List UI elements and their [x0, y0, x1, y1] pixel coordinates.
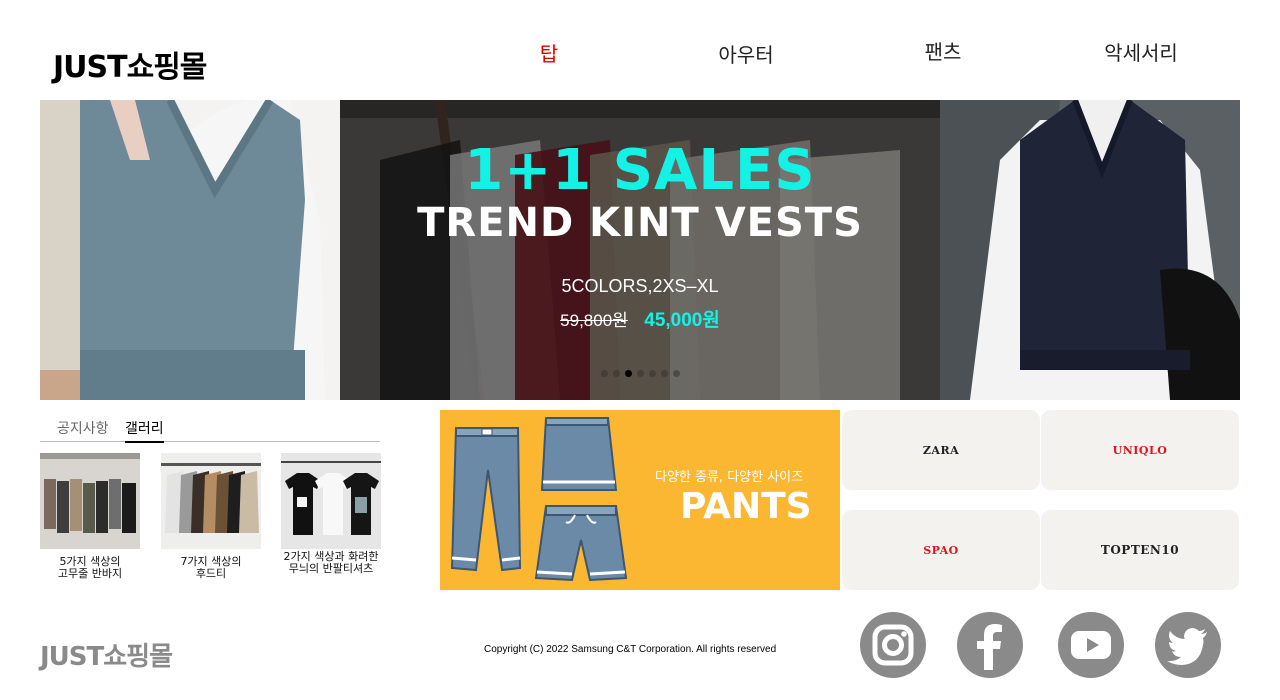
footer-logo[interactable]: JUST쇼핑몰 — [40, 636, 173, 673]
sale-price: 45,000원 — [644, 310, 720, 331]
twitter-icon[interactable] — [1155, 612, 1221, 678]
slide-dot[interactable] — [648, 370, 656, 377]
gallery-item[interactable]: 5가지 색상의 고무줄 반바지 — [40, 453, 140, 580]
main-nav: 탑 아우터 팬츠 악세서리 — [0, 36, 1280, 68]
gallery-item[interactable]: 2가지 색상과 화려한 무늬의 반팔티셔츠 — [281, 453, 381, 575]
gallery-caption: 5가지 색상의 고무줄 반바지 — [57, 555, 123, 580]
facebook-icon[interactable] — [957, 612, 1023, 678]
nav-item-top[interactable]: 탑 — [540, 38, 558, 67]
brand-spao[interactable]: SPAO — [842, 510, 1040, 590]
banner-center: 1+1 SALES TREND KINT VESTS 5COLORS,2XS–X… — [340, 100, 940, 400]
gallery-caption: 7가지 색상의 후드티 — [180, 555, 242, 580]
brand-topten[interactable]: TOPTEN10 — [1041, 510, 1239, 590]
tab-gallery[interactable]: 갤러리 — [125, 418, 164, 443]
shorts-thumbnail[interactable] — [40, 453, 140, 549]
brand-uniqlo[interactable]: UNIQLO — [1041, 410, 1239, 490]
slide-indicators — [340, 370, 940, 377]
slide-dot[interactable] — [660, 370, 668, 377]
pants-banner[interactable]: 다양한 종류, 다양한 사이즈 PANTS — [440, 410, 840, 590]
banner-photo-right — [940, 100, 1240, 400]
nav-item-pants[interactable]: 팬츠 — [925, 36, 962, 65]
banner-photo-left — [40, 100, 340, 400]
board-tabs: 공지사항 갤러리 — [40, 410, 380, 443]
copyright-text: Copyright (C) 2022 Samsung C&T Corporati… — [484, 644, 777, 655]
banner-options: 5COLORS,2XS–XL — [561, 276, 719, 296]
original-price: 59,800원 — [560, 311, 628, 330]
slide-dot[interactable] — [672, 370, 680, 377]
slide-dot-active[interactable] — [624, 370, 632, 377]
slide-dot[interactable] — [612, 370, 620, 377]
tshirt-thumbnail[interactable] — [281, 453, 381, 549]
pants-title: PANTS — [680, 486, 812, 527]
main-banner[interactable]: 1+1 SALES TREND KINT VESTS 5COLORS,2XS–X… — [40, 100, 1240, 400]
youtube-icon[interactable] — [1058, 612, 1124, 678]
gallery-caption: 2가지 색상과 화려한 무늬의 반팔티셔츠 — [283, 550, 379, 575]
banner-prices: 59,800원 45,000원 — [340, 305, 940, 332]
gallery-item[interactable]: 7가지 색상의 후드티 — [161, 453, 261, 580]
nav-item-accessories[interactable]: 악세서리 — [1104, 37, 1178, 66]
pants-subtitle: 다양한 종류, 다양한 사이즈 — [655, 470, 804, 485]
brand-zara[interactable]: ZARA — [842, 410, 1040, 490]
banner-headline: 1+1 SALES — [464, 138, 816, 203]
instagram-icon[interactable] — [860, 612, 926, 678]
banner-subheadline: TREND KINT VESTS — [417, 200, 863, 246]
hoodie-thumbnail[interactable] — [161, 453, 261, 549]
nav-item-outer[interactable]: 아우터 — [718, 39, 773, 68]
slide-dot[interactable] — [600, 370, 608, 377]
tab-notice[interactable]: 공지사항 — [57, 418, 109, 438]
slide-dot[interactable] — [636, 370, 644, 377]
